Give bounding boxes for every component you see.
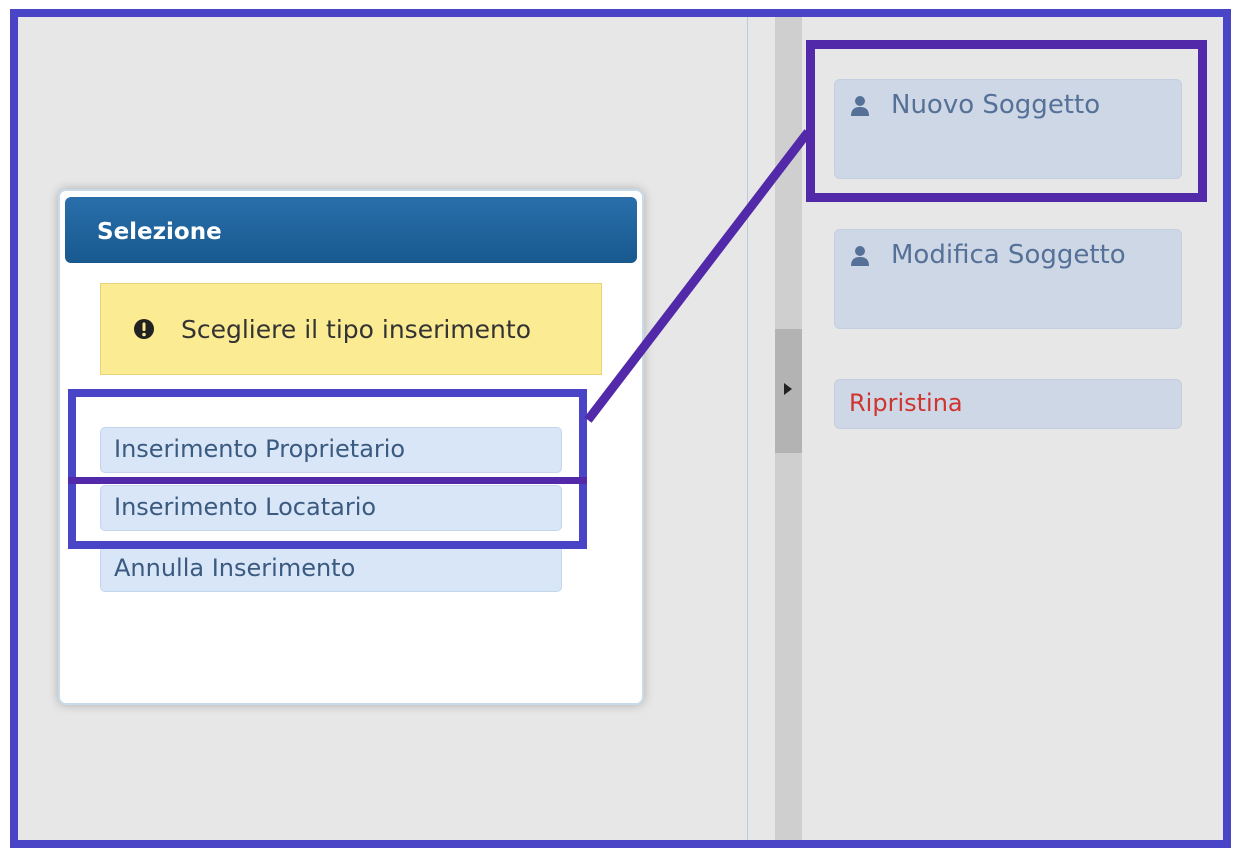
workspace: Selezione Scegliere il tipo inserimento … (18, 17, 748, 840)
panel-splitter (747, 17, 748, 840)
reset-button[interactable]: Ripristina (834, 379, 1182, 429)
user-icon (851, 246, 869, 266)
caret-right-icon[interactable] (784, 383, 792, 395)
edit-subject-label: Modifica Soggetto (891, 240, 1126, 270)
edit-subject-button[interactable]: Modifica Soggetto (834, 229, 1182, 329)
side-panel: Nuovo Soggetto Modifica Soggetto Riprist… (802, 17, 1223, 840)
user-icon (851, 96, 869, 116)
notice-message: Scegliere il tipo inserimento (100, 283, 602, 375)
notice-text: Scegliere il tipo inserimento (181, 314, 531, 344)
insert-tenant-button[interactable]: Inserimento Locatario (100, 485, 562, 531)
exclamation-circle-icon (134, 319, 154, 339)
selection-dialog: Selezione Scegliere il tipo inserimento … (58, 189, 644, 705)
new-subject-button[interactable]: Nuovo Soggetto (834, 79, 1182, 179)
screenshot-frame: Selezione Scegliere il tipo inserimento … (10, 9, 1231, 848)
dialog-title: Selezione (65, 197, 637, 263)
insert-owner-button[interactable]: Inserimento Proprietario (100, 427, 562, 473)
new-subject-label: Nuovo Soggetto (891, 90, 1101, 120)
cancel-insert-button[interactable]: Annulla Inserimento (100, 546, 562, 592)
